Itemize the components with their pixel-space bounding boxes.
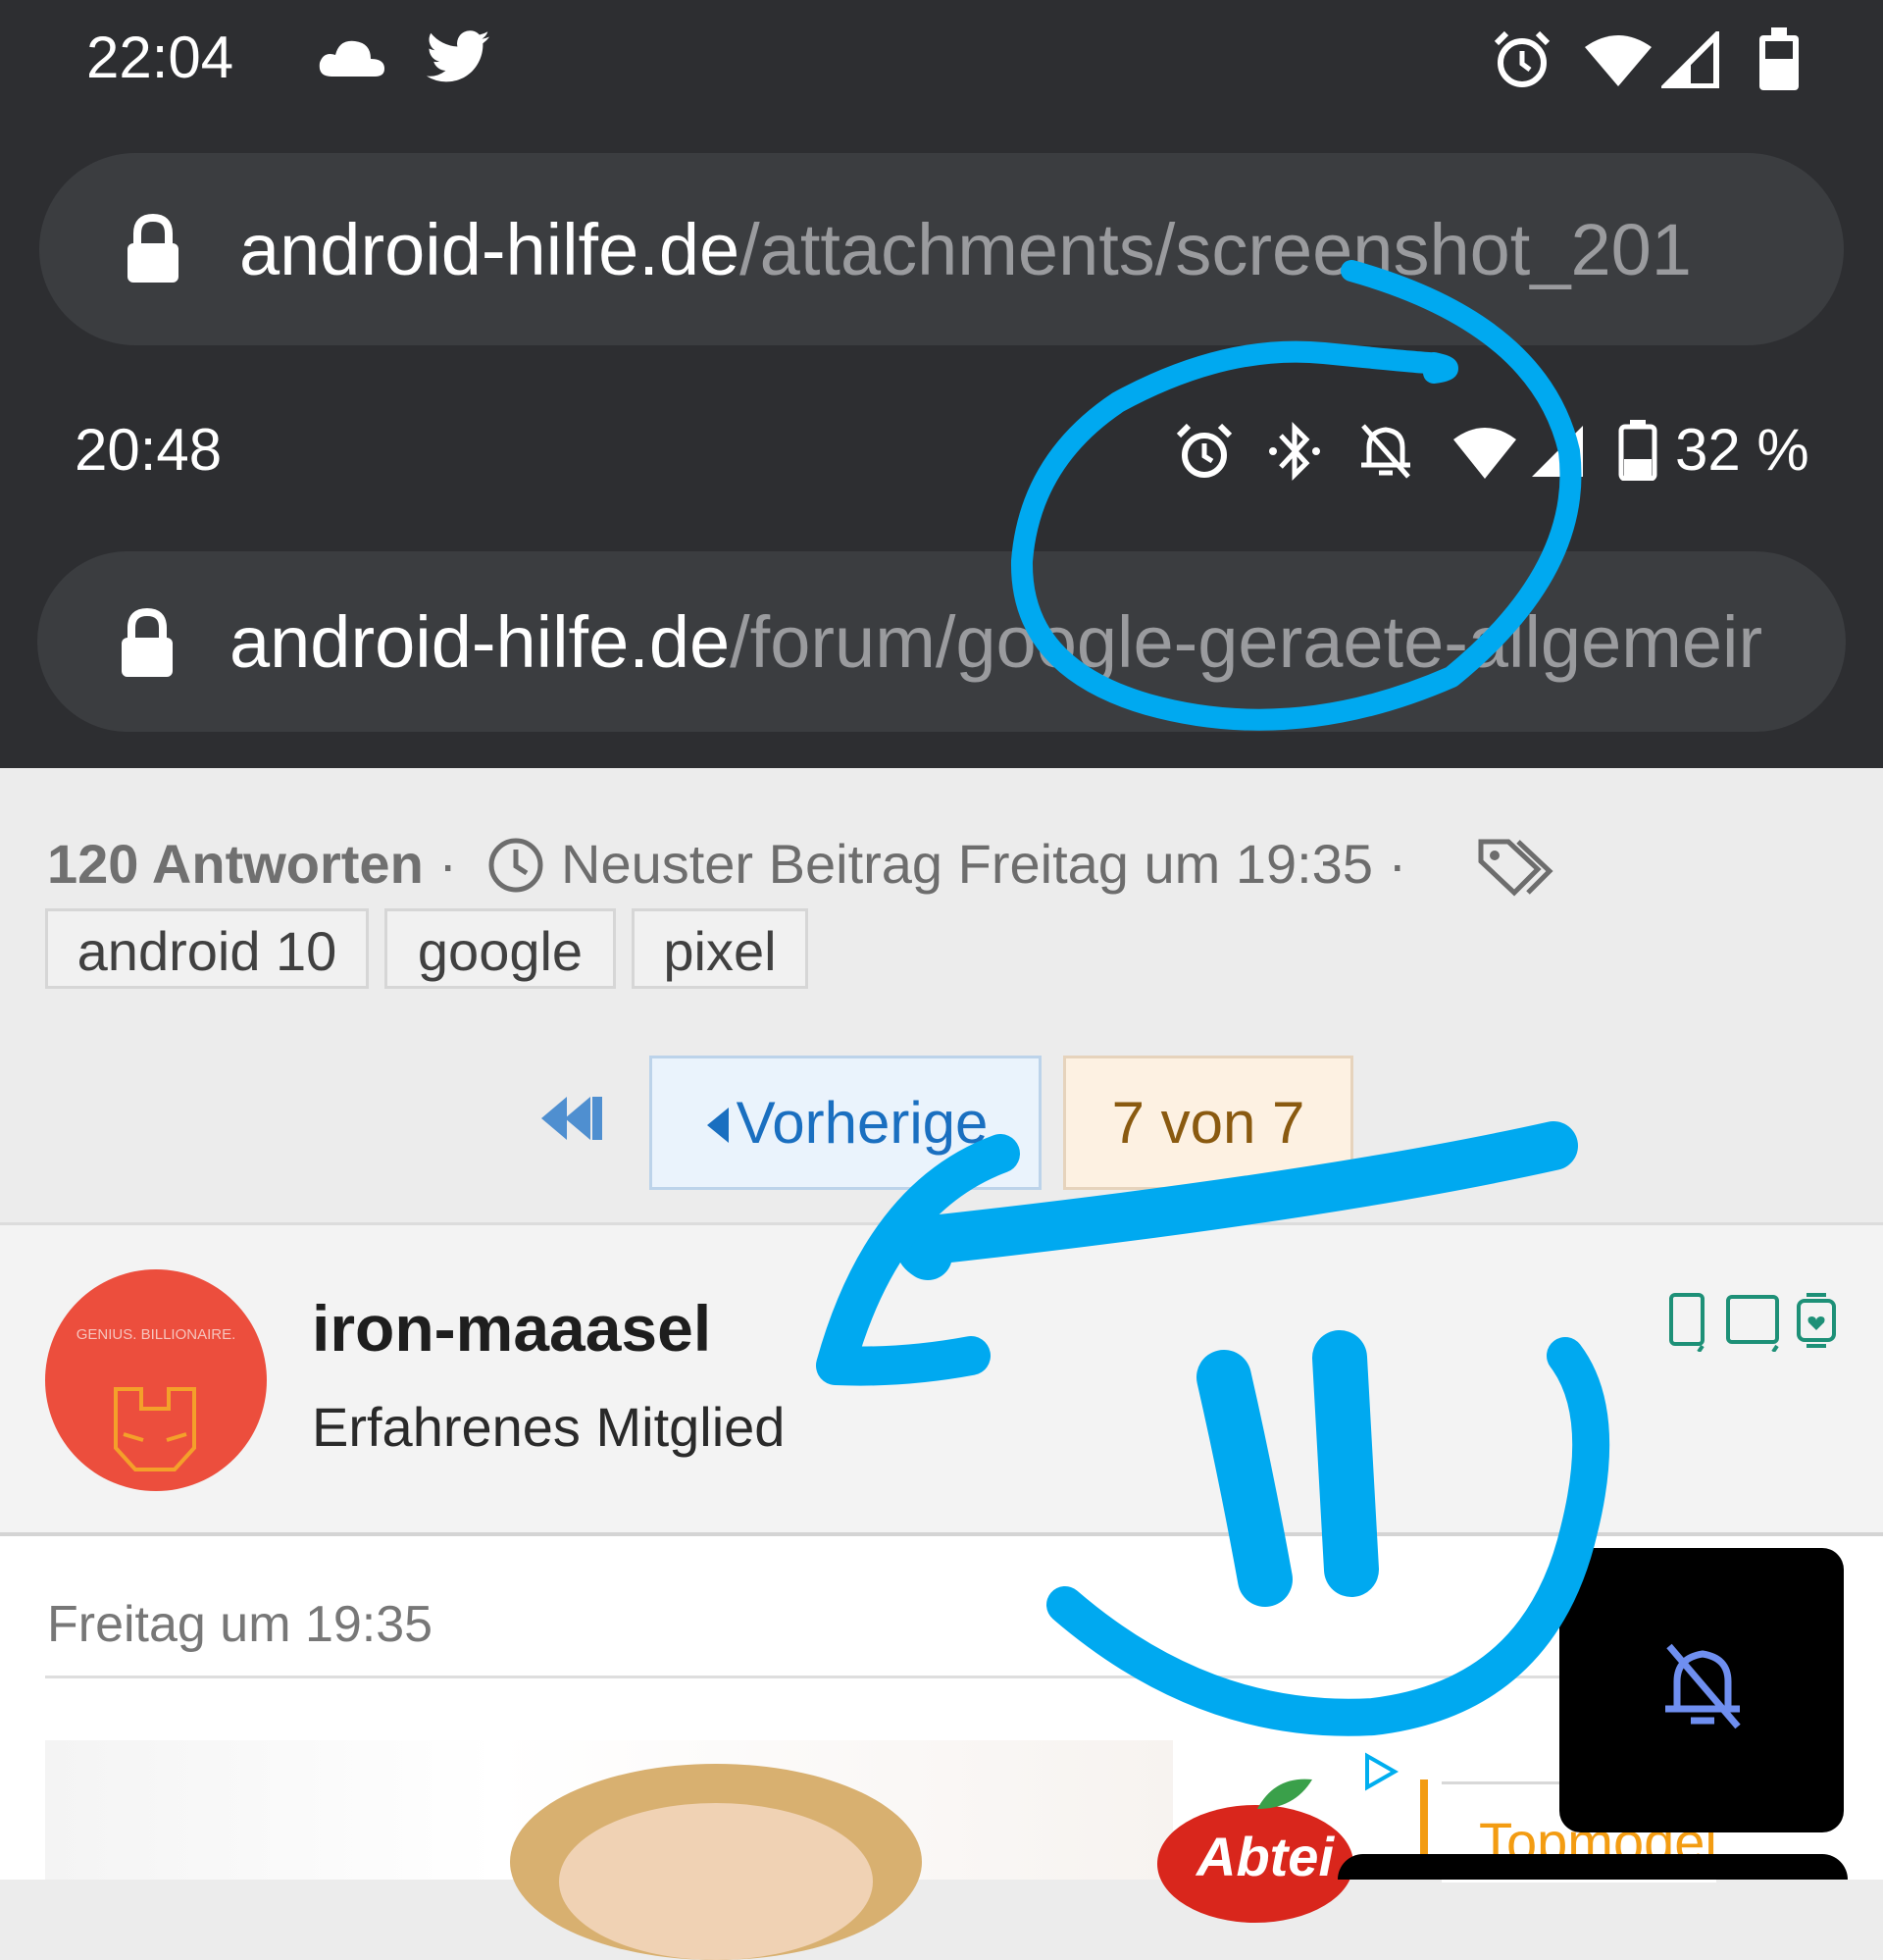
annotation-overlay bbox=[816, 260, 1610, 1736]
annotation-circle bbox=[1010, 260, 1582, 731]
annotation-smiley-eye-left bbox=[1196, 1350, 1293, 1607]
annotation-smiley-eye-right bbox=[1312, 1330, 1379, 1597]
